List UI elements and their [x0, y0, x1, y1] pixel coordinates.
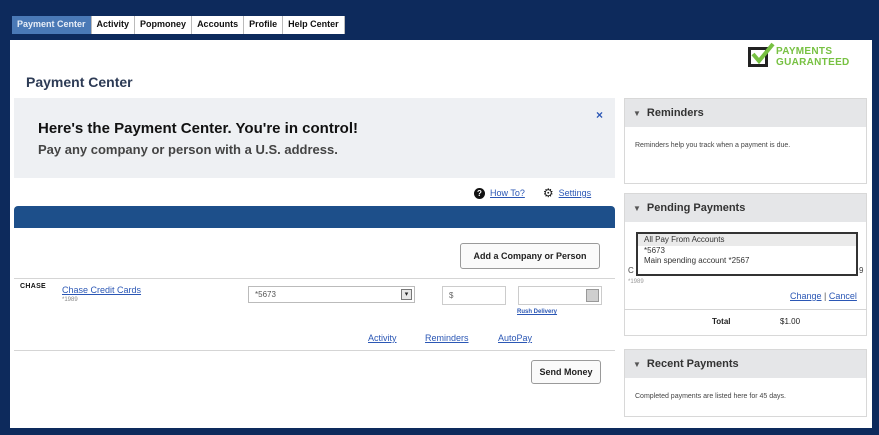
banner-subline: Pay any company or person with a U.S. ad… — [38, 142, 338, 157]
recent-payments-header[interactable]: ▼ Recent Payments — [625, 350, 866, 378]
total-label: Total — [712, 317, 731, 326]
reminders-title: Reminders — [646, 107, 704, 119]
payments-guaranteed-badge: PAYMENTS GUARANTEED — [748, 42, 850, 68]
page-title: Payment Center — [26, 74, 133, 90]
recent-payments-title: Recent Payments — [646, 358, 739, 370]
caret-down-icon: ▼ — [633, 204, 641, 213]
question-icon: ? — [474, 187, 485, 199]
activity-link[interactable]: Activity — [368, 333, 397, 343]
pay-from-account-select[interactable]: *5673 ▾ — [248, 286, 415, 303]
reminders-body: Reminders help you track when a payment … — [635, 142, 791, 149]
close-icon[interactable]: × — [596, 108, 603, 122]
separator: | — [824, 291, 827, 301]
gear-icon: ⚙ — [542, 186, 554, 200]
payee-name-link[interactable]: Chase Credit Cards — [62, 285, 141, 295]
guarantee-text: PAYMENTS GUARANTEED — [776, 46, 850, 68]
pending-actions: Change | Cancel — [790, 291, 857, 301]
pending-account-fragment: *1989 — [628, 279, 644, 285]
pending-payee-fragment: C — [628, 266, 634, 275]
tab-activity[interactable]: Activity — [92, 16, 136, 34]
payee-list-header — [14, 206, 615, 228]
pending-payments-title: Pending Payments — [646, 202, 746, 214]
settings-link[interactable]: Settings — [559, 188, 592, 198]
add-company-or-person-button[interactable]: Add a Company or Person — [460, 243, 600, 269]
reminders-panel: ▼ Reminders Reminders help you track when… — [624, 98, 867, 184]
pay-from-accounts-popup: All Pay From Accounts *5673 Main spendin… — [636, 232, 858, 276]
deliver-by-date-input[interactable] — [518, 286, 602, 305]
tab-help-center[interactable]: Help Center — [283, 16, 345, 34]
caret-down-icon: ▼ — [633, 360, 641, 369]
reminders-header[interactable]: ▼ Reminders — [625, 99, 866, 127]
amount-input[interactable]: $ — [442, 286, 506, 305]
divider — [624, 309, 867, 310]
divider — [14, 350, 615, 351]
guarantee-line-1: PAYMENTS — [776, 46, 833, 57]
selected-account: *5673 — [255, 290, 276, 299]
pending-date-fragment: 9 — [859, 266, 864, 275]
how-to-link[interactable]: How To? — [490, 188, 525, 198]
reminders-link[interactable]: Reminders — [425, 333, 469, 343]
popup-account-option[interactable]: Main spending account *2567 — [644, 256, 850, 266]
cancel-link[interactable]: Cancel — [829, 291, 857, 301]
chevron-down-icon[interactable]: ▾ — [401, 289, 412, 300]
help-links: ? How To? ⚙ Settings — [474, 186, 591, 200]
guarantee-line-2: GUARANTEED — [776, 57, 850, 68]
popup-title: All Pay From Accounts — [638, 234, 856, 246]
rush-delivery-link[interactable]: Rush Delivery — [517, 309, 557, 315]
divider — [14, 278, 615, 279]
pending-payments-header[interactable]: ▼ Pending Payments — [625, 194, 866, 222]
welcome-banner: Here's the Payment Center. You're in con… — [14, 98, 615, 178]
tab-payment-center[interactable]: Payment Center — [12, 16, 92, 34]
checkbox-check-icon — [748, 42, 775, 67]
payee-account-number: *1989 — [62, 297, 78, 303]
autopay-link[interactable]: AutoPay — [498, 333, 532, 343]
caret-down-icon: ▼ — [633, 109, 641, 118]
recent-payments-panel: ▼ Recent Payments Completed payments are … — [624, 349, 867, 417]
tab-popmoney[interactable]: Popmoney — [135, 16, 193, 34]
banner-headline: Here's the Payment Center. You're in con… — [38, 120, 358, 137]
tab-profile[interactable]: Profile — [244, 16, 284, 34]
tab-accounts[interactable]: Accounts — [192, 16, 245, 34]
recent-payments-body: Completed payments are listed here for 4… — [635, 393, 786, 400]
change-link[interactable]: Change — [790, 291, 822, 301]
chase-logo: CHASE — [20, 283, 47, 290]
main-nav: Payment Center Activity Popmoney Account… — [12, 16, 345, 34]
calendar-icon[interactable] — [586, 289, 599, 302]
total-value: $1.00 — [780, 317, 801, 326]
send-money-button[interactable]: Send Money — [531, 360, 601, 384]
popup-account-option[interactable]: *5673 — [644, 246, 850, 256]
